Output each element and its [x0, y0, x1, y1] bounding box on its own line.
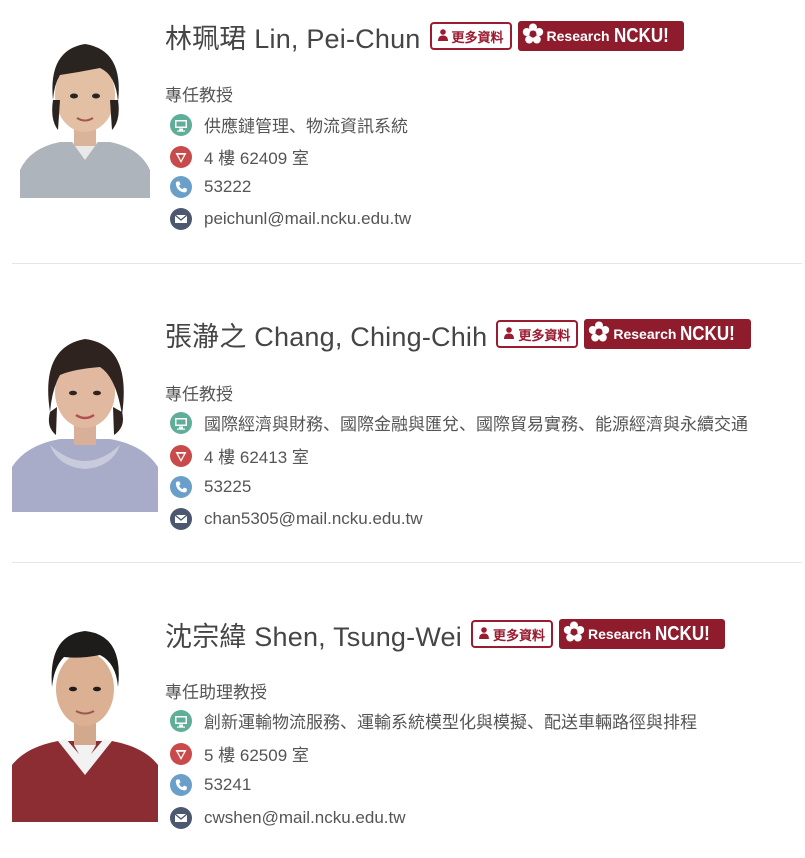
office-text: 4 樓 62413 室 [204, 448, 309, 467]
email-link[interactable]: chan5305@mail.ncku.edu.tw [204, 509, 423, 529]
more-info-label: 更多資料 [518, 327, 571, 343]
research-ncku-button[interactable]: Research NCKU! [558, 619, 726, 649]
location-pin-icon [170, 145, 192, 168]
faculty-title: 專任教授 [165, 385, 233, 404]
email-row[interactable]: peichunl@mail.ncku.edu.tw [170, 208, 411, 230]
faculty-name: 沈宗緯 Shen, Tsung-Wei [165, 621, 462, 652]
more-info-button[interactable]: 更多資料 [429, 22, 512, 50]
envelope-icon [170, 807, 192, 829]
phone-row: 53225 [170, 476, 251, 498]
faculty-photo [12, 317, 158, 512]
research-brand: NCKU! [613, 24, 669, 47]
expertise-row: 國際經濟與財務、國際金融與匯兌、國際貿易實務、能源經濟與永續交通 [170, 410, 748, 435]
more-info-button[interactable]: 更多資料 [470, 620, 553, 648]
location-pin-icon [170, 742, 192, 765]
monitor-icon [170, 113, 192, 136]
research-word: Research [613, 326, 677, 342]
expertise-row: 創新運輸物流服務、運輸系統模型化與模擬、配送車輛路徑與排程 [170, 708, 697, 733]
faculty-photo [12, 615, 158, 822]
research-ncku-button[interactable]: Research NCKU! [584, 319, 751, 349]
person-icon [504, 326, 515, 342]
faculty-card: 林珮珺 Lin, Pei-Chun 更多資料 Research NCKU! 專任… [0, 0, 805, 262]
faculty-title: 專任教授 [165, 86, 233, 105]
email-row[interactable]: cwshen@mail.ncku.edu.tw [170, 807, 406, 829]
ncku-emblem-icon [522, 23, 544, 50]
phone-text: 53225 [204, 477, 252, 496]
email-link[interactable]: peichunl@mail.ncku.edu.tw [204, 209, 411, 229]
faculty-title: 專任助理教授 [165, 683, 267, 702]
card-divider [12, 263, 802, 264]
expertise-row: 供應鏈管理、物流資訊系統 [170, 112, 408, 137]
email-row[interactable]: chan5305@mail.ncku.edu.tw [170, 508, 423, 530]
monitor-icon [170, 411, 192, 434]
research-brand: NCKU! [680, 322, 736, 345]
research-brand: NCKU! [655, 622, 710, 645]
ncku-emblem-icon [588, 321, 610, 348]
more-info-label: 更多資料 [492, 627, 545, 643]
person-icon [478, 626, 489, 642]
card-divider [12, 562, 802, 563]
envelope-icon [170, 208, 192, 230]
office-row: 4 樓 62409 室 [170, 144, 309, 169]
email-link[interactable]: cwshen@mail.ncku.edu.tw [204, 808, 406, 828]
phone-icon [170, 476, 192, 498]
more-info-label: 更多資料 [451, 29, 504, 45]
research-word: Research [546, 28, 610, 44]
phone-icon [170, 176, 192, 198]
faculty-card: 沈宗緯 Shen, Tsung-Wei 更多資料 Research NCKU! … [0, 600, 805, 858]
phone-icon [170, 774, 192, 796]
faculty-card: 張瀞之 Chang, Ching-Chih 更多資料 Research NCKU… [0, 300, 805, 562]
office-text: 4 樓 62409 室 [204, 149, 309, 168]
faculty-name: 林珮珺 Lin, Pei-Chun [165, 23, 421, 54]
faculty-photo [20, 20, 150, 198]
phone-text: 53222 [204, 177, 252, 196]
envelope-icon [170, 508, 192, 530]
research-word: Research [587, 626, 651, 642]
phone-row: 53241 [170, 774, 251, 796]
location-pin-icon [170, 444, 192, 467]
person-icon [437, 28, 448, 44]
expertise-text: 創新運輸物流服務、運輸系統模型化與模擬、配送車輛路徑與排程 [204, 713, 697, 732]
office-row: 4 樓 62413 室 [170, 443, 309, 468]
ncku-emblem-icon [563, 621, 585, 648]
faculty-name: 張瀞之 Chang, Ching-Chih [165, 321, 488, 352]
more-info-button[interactable]: 更多資料 [496, 320, 579, 348]
office-text: 5 樓 62509 室 [204, 746, 309, 765]
monitor-icon [170, 709, 192, 732]
office-row: 5 樓 62509 室 [170, 741, 309, 766]
research-ncku-button[interactable]: Research NCKU! [517, 21, 684, 51]
phone-text: 53241 [204, 775, 252, 794]
expertise-text: 國際經濟與財務、國際金融與匯兌、國際貿易實務、能源經濟與永續交通 [204, 415, 748, 434]
phone-row: 53222 [170, 176, 251, 198]
expertise-text: 供應鏈管理、物流資訊系統 [204, 117, 408, 136]
